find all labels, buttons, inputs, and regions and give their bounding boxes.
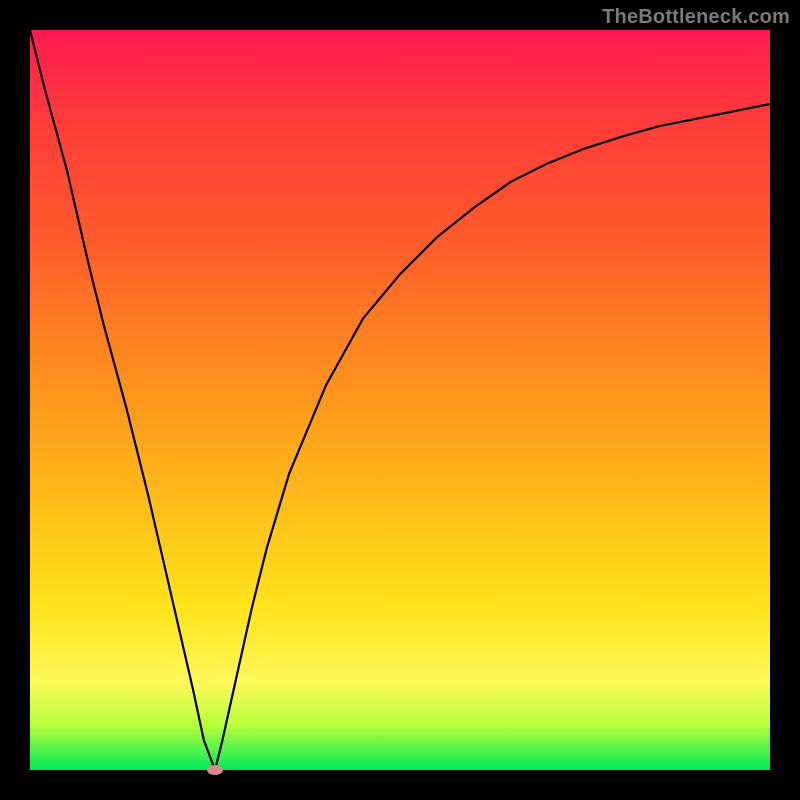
chart-frame: TheBottleneck.com (0, 0, 800, 800)
curve-path (30, 30, 770, 770)
bottleneck-curve (30, 30, 770, 770)
min-point-marker (207, 765, 223, 775)
watermark-text: TheBottleneck.com (602, 6, 790, 29)
plot-area (30, 30, 770, 770)
